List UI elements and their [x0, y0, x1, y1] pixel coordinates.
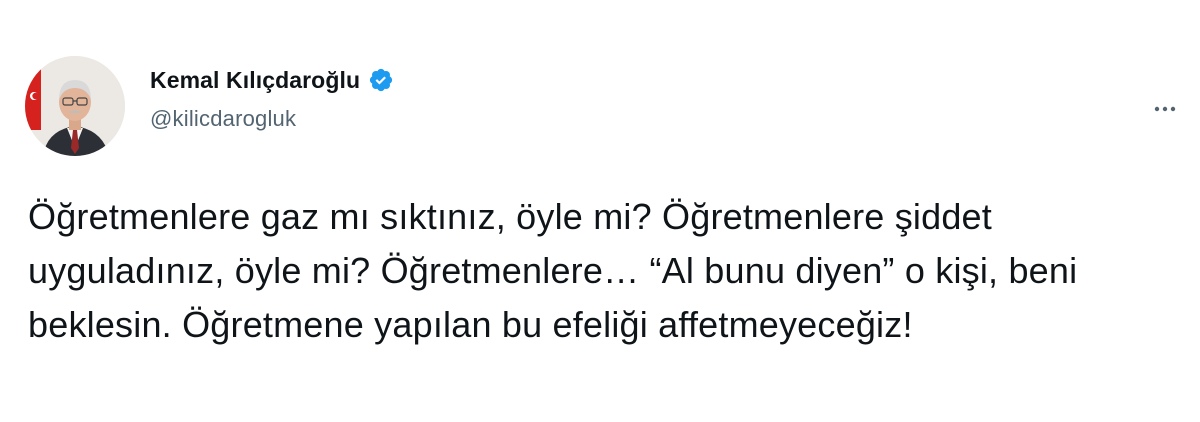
author-name-row: Kemal Kılıçdaroğlu	[150, 64, 394, 96]
author-name[interactable]: Kemal Kılıçdaroğlu	[150, 67, 360, 94]
avatar-photo	[25, 56, 125, 156]
tweet-text: Öğretmenlere gaz mı sıktınız, öyle mi? Ö…	[28, 196, 1078, 345]
tweet-card: Kemal Kılıçdaroğlu @kilicdarogluk Öğretm…	[0, 0, 1200, 422]
author-handle[interactable]: @kilicdarogluk	[150, 106, 296, 132]
more-horizontal-icon	[1154, 106, 1176, 112]
verified-badge-icon	[368, 67, 394, 93]
author-avatar[interactable]	[25, 56, 125, 156]
more-options-button[interactable]	[1148, 92, 1182, 126]
